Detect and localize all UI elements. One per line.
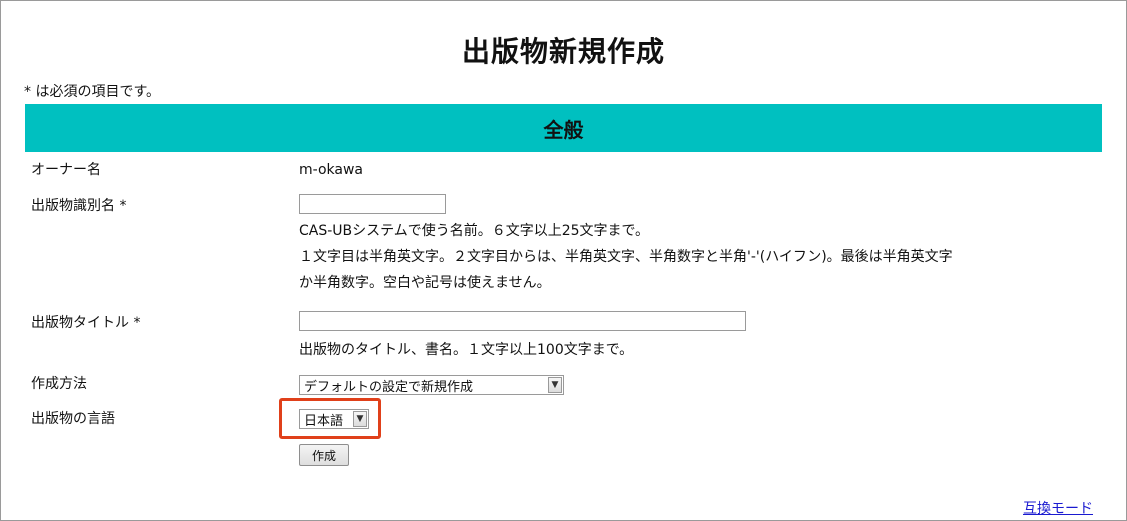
chevron-down-icon[interactable]: ▼ bbox=[548, 377, 562, 393]
create-button[interactable]: 作成 bbox=[299, 444, 349, 466]
chevron-down-icon[interactable]: ▼ bbox=[353, 411, 367, 427]
owner-value: m-okawa bbox=[299, 162, 363, 178]
publication-title-help: 出版物のタイトル、書名。１文字以上100文字まで。 bbox=[299, 342, 634, 358]
publication-id-input[interactable] bbox=[299, 194, 446, 214]
language-selected: 日本語 bbox=[304, 413, 344, 429]
language-select[interactable]: 日本語 ▼ bbox=[299, 409, 369, 429]
language-label: 出版物の言語 bbox=[31, 411, 115, 427]
owner-label: オーナー名 bbox=[31, 162, 101, 178]
page-title: 出版物新規作成 bbox=[461, 35, 665, 68]
publication-id-help-line: １文字目は半角英文字。２文字目からは、半角英文字、半角数字と半角'-'(ハイフン… bbox=[299, 249, 953, 265]
creation-method-select[interactable]: デフォルトの設定で新規作成 ▼ bbox=[299, 375, 564, 395]
publication-id-label: 出版物識別名 * bbox=[31, 198, 127, 214]
publication-title-label: 出版物タイトル * bbox=[31, 315, 141, 331]
required-note: * は必須の項目です。 bbox=[24, 84, 161, 100]
publication-id-help: CAS-UBシステムで使う名前。６文字以上25文字まで。 １文字目は半角英文字。… bbox=[299, 218, 1069, 296]
compat-mode-link[interactable]: 互換モード bbox=[1023, 498, 1093, 518]
publication-title-input[interactable] bbox=[299, 311, 746, 331]
creation-method-label: 作成方法 bbox=[31, 376, 87, 392]
section-header: 全般 bbox=[25, 104, 1102, 152]
publication-id-help-line: CAS-UBシステムで使う名前。６文字以上25文字まで。 bbox=[299, 223, 649, 239]
section-title: 全般 bbox=[543, 117, 584, 142]
creation-method-selected: デフォルトの設定で新規作成 bbox=[304, 379, 474, 395]
publication-id-help-line: か半角数字。空白や記号は使えません。 bbox=[299, 275, 551, 291]
